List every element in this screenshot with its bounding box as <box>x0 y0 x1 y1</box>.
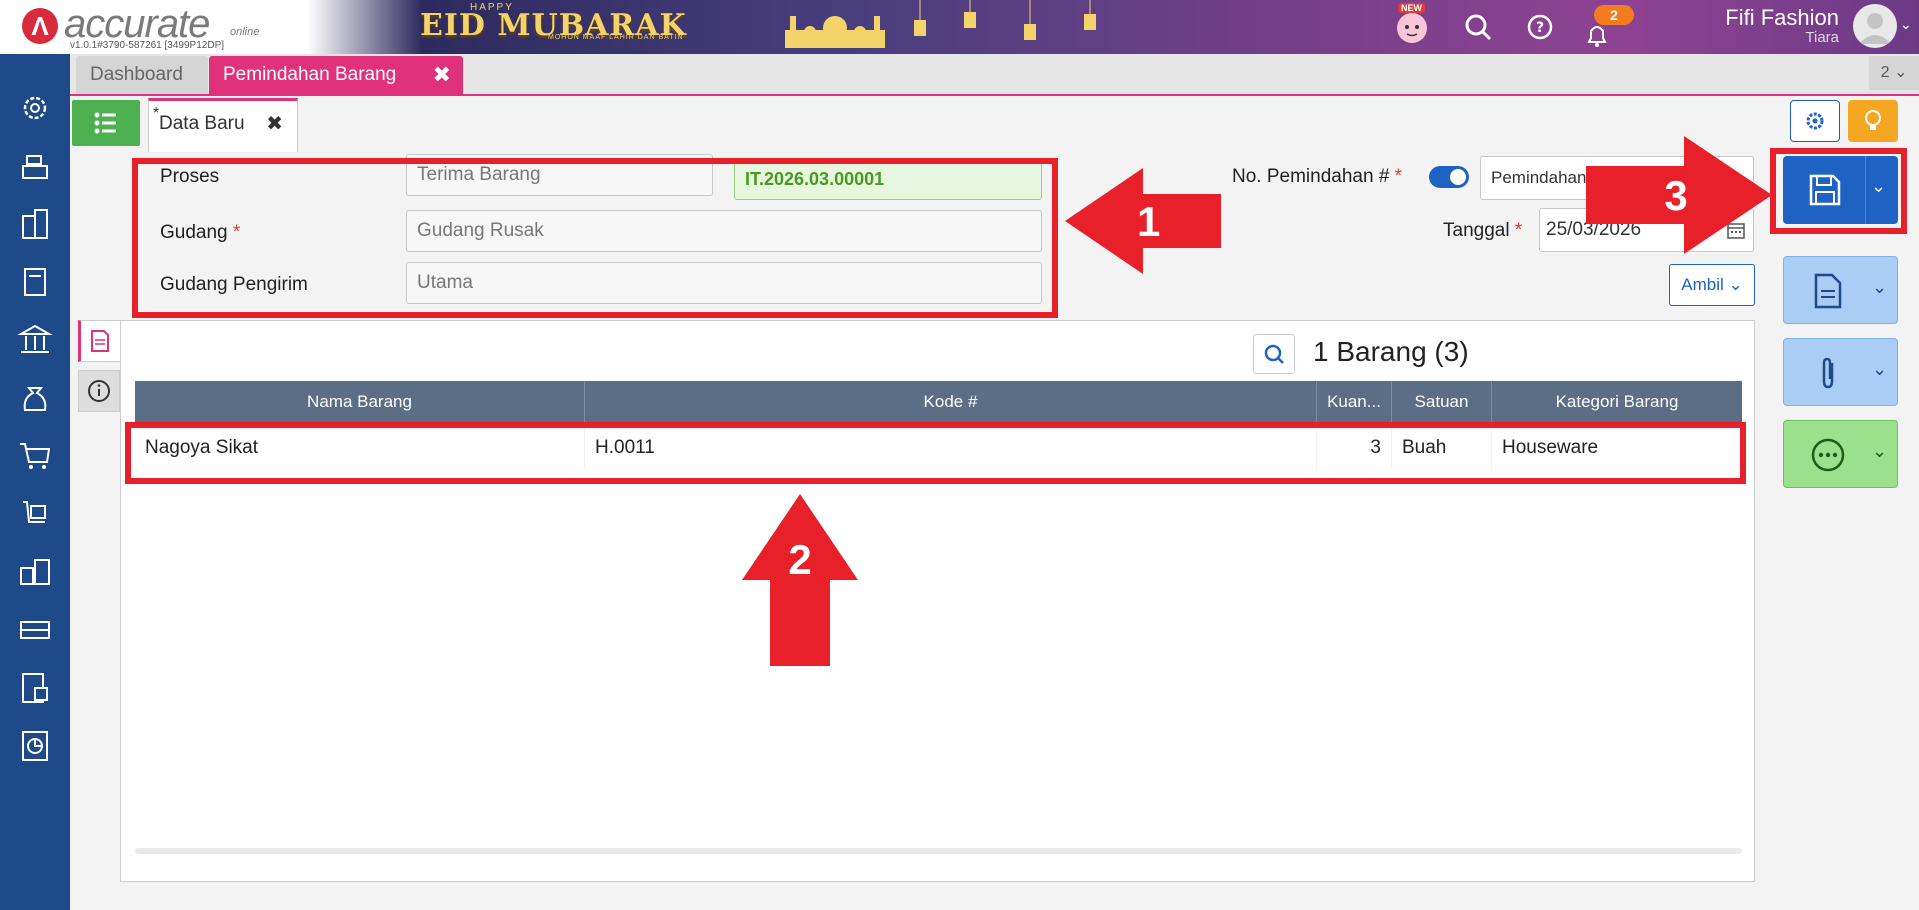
tab-count-value: 2 <box>1880 64 1890 81</box>
auto-number-toggle[interactable] <box>1429 166 1469 188</box>
no-pemindahan-label: No. Pemindahan # * <box>1232 166 1402 188</box>
lightbulb-icon <box>1865 110 1881 130</box>
tax-icon[interactable] <box>17 670 53 706</box>
new-feature-icon[interactable] <box>1395 10 1429 44</box>
tab-data-baru[interactable]: * Data Baru ✖ <box>148 98 298 152</box>
tab-dashboard[interactable]: Dashboard <box>76 56 208 94</box>
help-icon[interactable]: ? <box>1523 10 1557 44</box>
brand-suffix: online <box>230 26 260 38</box>
document-options-chevron-icon[interactable]: ⌄ <box>1872 277 1887 298</box>
document-list-icon <box>91 330 109 352</box>
no-pemindahan-label-text: No. Pemindahan # <box>1232 166 1390 187</box>
sidebar <box>0 54 70 910</box>
column-header-kategori[interactable]: Kategori Barang <box>1492 381 1742 423</box>
building-icon[interactable] <box>17 206 53 242</box>
annotation-box-1 <box>132 158 1058 318</box>
more-options-chevron-icon[interactable]: ⌄ <box>1872 441 1887 462</box>
gear-icon <box>1806 112 1824 130</box>
notification-count-badge: 2 <box>1594 5 1634 25</box>
banner-subtitle: MOHON MAAF LAHIR DAN BATIN <box>548 34 684 41</box>
info-icon <box>88 380 110 402</box>
svg-text:?: ? <box>1536 20 1544 36</box>
settings-button[interactable] <box>1790 100 1840 142</box>
unsaved-marker: * <box>153 105 160 122</box>
tips-button[interactable] <box>1848 100 1898 142</box>
search-icon <box>1264 344 1284 364</box>
gear-icon[interactable] <box>17 90 53 126</box>
main-tab-bar: Dashboard Pemindahan Barang ✖ 2 ⌄ <box>70 54 1919 96</box>
annotation-number-2: 2 <box>788 536 811 583</box>
attachment-options-chevron-icon[interactable]: ⌄ <box>1872 359 1887 380</box>
ambil-button[interactable]: Ambil ⌄ <box>1669 264 1755 306</box>
avatar[interactable] <box>1853 4 1897 48</box>
grid-header: Nama Barang Kode # Kuan... Satuan Katego… <box>135 381 1742 423</box>
paperclip-icon <box>1822 357 1834 389</box>
user-name: Tiara <box>1805 29 1839 46</box>
cash-register-icon[interactable] <box>17 148 53 184</box>
tab-dashboard-label: Dashboard <box>90 64 183 85</box>
list-view-button[interactable] <box>72 100 140 146</box>
version-text: v1.0.1#3790-587261 [3499P12DP] <box>70 40 225 51</box>
open-tabs-count[interactable]: 2 ⌄ <box>1869 56 1919 90</box>
factory-icon[interactable] <box>17 612 53 648</box>
ledger-book-icon[interactable] <box>17 264 53 300</box>
required-mark: * <box>1394 166 1403 187</box>
annotation-box-2 <box>125 422 1746 484</box>
items-count-title: 1 Barang (3) <box>1313 336 1469 367</box>
close-tab-icon[interactable]: ✖ <box>433 56 451 94</box>
attachment-button[interactable]: ⌄ <box>1783 338 1898 406</box>
user-avatar-icon <box>1859 13 1891 44</box>
user-menu-chevron-icon[interactable]: ⌄ <box>1900 16 1912 33</box>
accurate-logo-icon: Λ <box>22 8 58 44</box>
list-icon <box>94 112 116 134</box>
money-bag-icon[interactable] <box>17 380 53 416</box>
inventory-icon[interactable] <box>17 554 53 590</box>
report-chart-icon[interactable] <box>17 728 53 764</box>
ambil-label: Ambil <box>1681 275 1724 294</box>
mosque-illustration-icon <box>785 16 885 48</box>
tanggal-label: Tanggal * <box>1443 220 1522 242</box>
purchase-cart-icon[interactable] <box>17 496 53 532</box>
chevron-down-icon: ⌄ <box>1728 275 1743 294</box>
company-name[interactable]: Fifi Fashion <box>1725 5 1839 31</box>
search-icon[interactable] <box>1461 10 1495 44</box>
item-search-button[interactable] <box>1253 334 1295 374</box>
more-dots-icon <box>1811 438 1845 472</box>
close-subtab-icon[interactable]: ✖ <box>266 101 283 147</box>
required-mark: * <box>1514 220 1523 241</box>
new-badge: NEW <box>1398 3 1425 13</box>
number-type-value: Pemindahan <box>1491 168 1587 187</box>
column-header-satuan[interactable]: Satuan <box>1392 381 1492 423</box>
top-header: Λ accurate online v1.0.1#3790-587261 [34… <box>0 0 1919 54</box>
lantern-decoration-icon <box>914 0 1096 40</box>
annotation-arrow-3-icon: 3 <box>1586 136 1772 254</box>
cart-icon[interactable] <box>17 438 53 474</box>
tab-info[interactable] <box>78 370 120 412</box>
bank-icon[interactable] <box>17 322 53 358</box>
annotation-box-3 <box>1770 148 1907 234</box>
chevron-down-icon: ⌄ <box>1893 64 1908 81</box>
column-header-kode[interactable]: Kode # <box>585 381 1317 423</box>
tanggal-label-text: Tanggal <box>1443 220 1510 241</box>
annotation-number-3: 3 <box>1664 172 1687 219</box>
more-actions-button[interactable]: ⌄ <box>1783 420 1898 488</box>
annotation-arrow-1-icon: 1 <box>1065 168 1221 274</box>
tab-pemindahan-barang-label: Pemindahan Barang <box>223 64 397 85</box>
annotation-number-1: 1 <box>1137 198 1160 245</box>
horizontal-scrollbar[interactable] <box>135 848 1742 854</box>
logo-area: Λ accurate online v1.0.1#3790-587261 [34… <box>0 0 270 54</box>
annotation-arrow-2-icon: 2 <box>742 494 858 666</box>
print-document-button[interactable]: ⌄ <box>1783 256 1898 324</box>
tab-data-baru-label: Data Baru <box>159 113 245 134</box>
document-icon <box>1814 273 1842 309</box>
tab-detail-items[interactable] <box>78 320 120 362</box>
column-header-kuantitas[interactable]: Kuan... <box>1317 381 1392 423</box>
column-header-nama-barang[interactable]: Nama Barang <box>135 381 585 423</box>
tab-pemindahan-barang[interactable]: Pemindahan Barang ✖ <box>209 56 463 94</box>
